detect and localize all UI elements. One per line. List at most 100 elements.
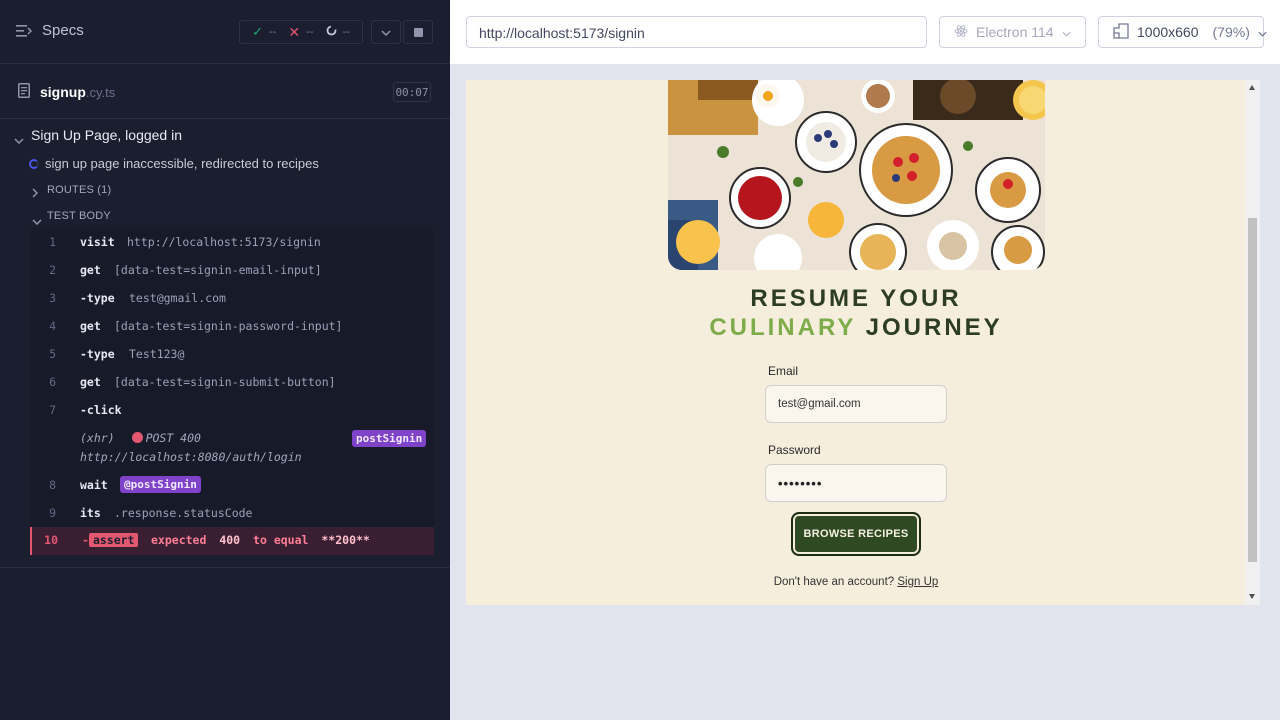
browser-select[interactable]: Electron 114 [939,16,1086,48]
viewport-scale: (79%) [1212,24,1250,40]
run-stats: ✓ -- ✕ -- -- [239,20,363,44]
command-number: 1 [49,235,56,249]
options-dropdown-button[interactable] [371,20,401,44]
command-name: get [80,375,101,389]
signup-prompt: Don't have an account? Sign Up [466,576,1246,588]
command-name: -type [80,291,115,305]
viewport-size: 1000x660 [1137,24,1199,40]
routes-section-toggle[interactable]: ROUTES (1) [47,184,111,196]
command-name: visit [80,235,115,249]
heading-rest-word: JOURNEY [865,314,1003,341]
xhr-line: (xhr) POST 400 [80,431,201,445]
command-message: test@gmail.com [129,291,226,305]
document-icon [18,83,30,103]
signup-link[interactable]: Sign Up [897,576,938,588]
page-heading-line-2: CULINARY JOURNEY [466,314,1246,342]
url-bar[interactable]: http://localhost:5173/signin [466,16,927,48]
xhr-type: (xhr) [80,431,115,445]
command-name: get [80,263,101,277]
command-name: -click [80,403,122,417]
chevron-down-icon [1062,24,1071,40]
passed-count: -- [268,26,277,38]
command-list: 1 visit http://localhost:5173/signin 2 g… [30,229,434,555]
suite-title[interactable]: Sign Up Page, logged in [31,127,182,143]
command-dash: - [82,533,89,547]
viewport-select[interactable]: 1000x660 (79%) [1098,16,1267,48]
scroll-up-arrow-icon[interactable] [1249,85,1255,90]
hero-food-image [668,80,1045,270]
spec-file-ext: .cy.ts [85,85,116,100]
scroll-down-arrow-icon[interactable] [1249,594,1255,599]
email-input[interactable]: test@gmail.com [765,385,947,423]
assert-badge: assert [88,533,139,547]
command-name: get [80,319,101,333]
divider [0,567,450,568]
command-name: - assert [82,533,139,547]
chevron-down-icon[interactable] [32,212,42,230]
xhr-log-row[interactable]: (xhr) POST 400 postSignin http://localho… [30,430,434,467]
chevron-down-icon [381,23,391,41]
electron-icon [954,24,968,41]
test-title[interactable]: sign up page inaccessible, redirected to… [45,156,319,171]
assert-to-equal: to equal [253,533,309,547]
specs-label: Specs [42,22,84,39]
stat-passed: ✓ -- [252,24,276,40]
assert-actual: 400 [219,533,241,547]
chevron-right-icon[interactable] [32,185,39,203]
spec-file-name[interactable]: signup.cy.ts [40,84,115,100]
signup-prompt-text: Don't have an account? [773,576,895,588]
command-name: -type [80,347,115,361]
route-alias-badge[interactable]: postSignin [352,430,427,447]
stop-icon [413,27,423,37]
pending-count: -- [342,26,350,38]
specs-list-icon [16,24,32,38]
assert-expected-word: expected [151,533,207,547]
xhr-method: POST 400 [145,431,201,445]
spec-file-basename: signup [40,84,86,100]
stat-failed: ✕ -- [288,24,313,41]
browse-recipes-button[interactable]: BROWSE RECIPES [791,512,921,556]
command-number: 8 [49,478,56,492]
pending-icon [326,25,337,39]
password-input[interactable]: •••••••• [765,464,947,502]
wait-alias-badge[interactable]: @postSignin [120,476,201,493]
command-number: 3 [49,291,56,305]
command-number: 6 [49,375,56,389]
stop-button[interactable] [403,20,433,44]
specs-toggle[interactable]: Specs [16,22,84,39]
cross-icon: ✕ [288,23,301,40]
command-number: 9 [49,506,56,520]
chevron-down-icon [1258,24,1267,40]
email-label: Email [768,364,799,378]
command-message: Test123@ [129,347,185,361]
failed-assert-row[interactable]: 10 - assert expected 400 to equal **200** [30,527,434,555]
assert-expected-value: **200** [321,533,370,547]
heading-accent-word: CULINARY [709,314,856,341]
command-message: http://localhost:5173/signin [127,235,321,249]
command-message: [data-test=signin-submit-button] [114,375,336,389]
assert-message: expected 400 to equal **200** [151,533,370,547]
command-number: 7 [49,403,56,417]
failed-request-dot-icon [131,432,143,443]
command-message: [data-test=signin-email-input] [114,263,322,277]
command-number: 10 [44,533,58,547]
scroll-thumb[interactable] [1248,218,1257,562]
chevron-down-icon[interactable] [14,131,24,149]
page-heading-line-1: RESUME YOUR [750,285,962,312]
command-number: 4 [49,319,56,333]
password-label: Password [768,443,821,457]
command-number: 5 [49,347,56,361]
run-duration: 00:07 [393,82,431,102]
password-value: •••••••• [778,475,823,491]
check-icon: ✓ [252,24,263,39]
browser-name: Electron 114 [976,24,1054,40]
command-message: .response.statusCode [114,506,253,520]
aut-iframe: RESUME YOUR CULINARY JOURNEY Email test@… [466,80,1260,605]
aut-header: http://localhost:5173/signin Electron 11… [450,0,1280,64]
stat-pending: -- [326,25,350,39]
spec-file-header: signup.cy.ts 00:07 [0,65,450,119]
test-body-section-toggle[interactable]: TEST BODY [47,210,111,222]
iframe-scrollbar[interactable] [1245,80,1260,605]
specs-header: Specs ✓ -- ✕ -- -- [0,0,450,64]
running-spinner-icon [29,159,39,169]
